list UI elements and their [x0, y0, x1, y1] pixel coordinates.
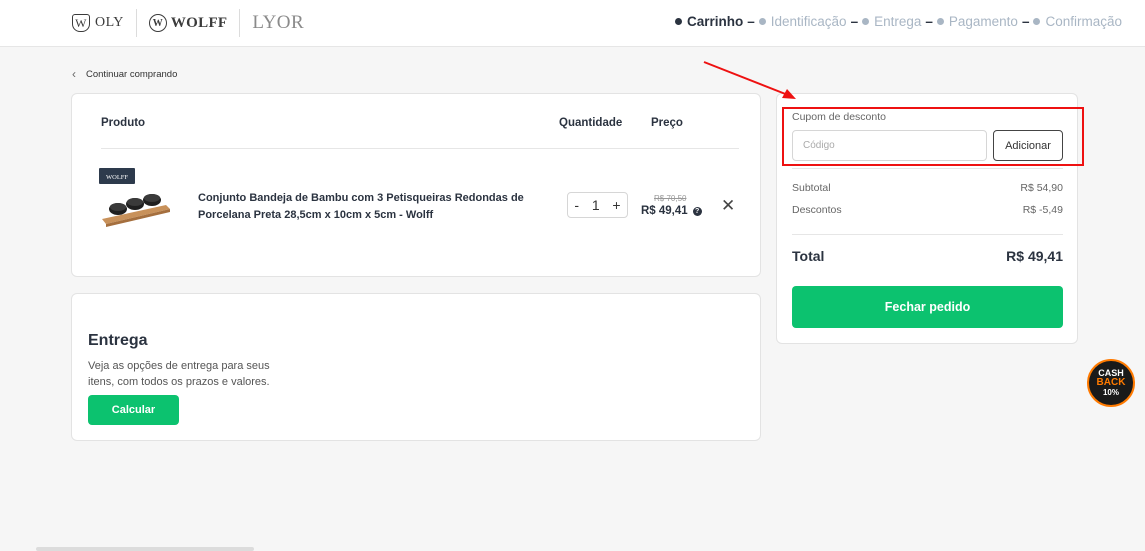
checkout-steps: Carrinho – Identificação – Entrega – Pag…: [674, 14, 1122, 29]
calculate-shipping-button[interactable]: Calcular: [88, 395, 179, 425]
total-value: R$ 49,41: [1006, 248, 1063, 264]
step-label: Entrega: [874, 14, 922, 29]
wolff-logo[interactable]: W WOLFF: [148, 14, 228, 32]
brand-logos: W OLY W WOLFF LYOR: [72, 9, 304, 37]
current-price-value: R$ 49,41: [641, 205, 688, 217]
horizontal-scrollbar[interactable]: [36, 547, 254, 551]
original-price: R$ 70,50: [654, 194, 687, 203]
cart-card: Produto Quantidade Preço WOLFF Conjunto …: [71, 93, 761, 277]
step-label: Carrinho: [686, 14, 744, 29]
total-label: Total: [792, 248, 825, 264]
discount-value: R$ -5,49: [1022, 204, 1063, 216]
quantity-stepper: - 1 +: [567, 192, 628, 218]
top-header: W OLY W WOLFF LYOR Carrinho – Identifica…: [0, 0, 1145, 47]
column-header-product: Produto: [101, 117, 146, 129]
lyor-logo-text: LYOR: [252, 12, 305, 33]
product-image[interactable]: WOLFF: [98, 167, 172, 233]
coupon-highlight-box: [782, 107, 1084, 166]
step-dot-icon: [862, 18, 870, 25]
cashback-line2: BACK: [1096, 377, 1126, 388]
delivery-title: Entrega: [88, 332, 148, 349]
subtotal-row: Subtotal R$ 54,90: [792, 182, 1063, 194]
step-label: Confirmação: [1045, 14, 1122, 29]
total-row: Total R$ 49,41: [792, 248, 1063, 264]
step-confirmacao: Confirmação: [1033, 14, 1122, 29]
step-dot-icon: [674, 18, 682, 25]
summary-divider: [792, 168, 1063, 169]
current-price: R$ 49,41 ?: [641, 205, 702, 217]
woly-logo[interactable]: W OLY: [72, 14, 124, 32]
product-name[interactable]: Conjunto Bandeja de Bambu com 3 Petisque…: [198, 190, 558, 223]
woly-logo-text: OLY: [95, 15, 124, 30]
delivery-description: Veja as opções de entrega para seus iten…: [88, 360, 270, 388]
summary-divider: [792, 234, 1063, 235]
logo-divider: [239, 9, 241, 37]
discount-label: Descontos: [792, 204, 842, 216]
subtotal-value: R$ 54,90: [1020, 182, 1063, 194]
question-icon[interactable]: ?: [692, 206, 702, 216]
step-entrega: Entrega: [862, 14, 921, 29]
continue-shopping-label: Continuar comprando: [86, 68, 178, 80]
annotation-arrow-icon: [703, 61, 796, 99]
wolff-logo-text: WOLFF: [170, 14, 228, 31]
lyor-logo[interactable]: LYOR: [252, 12, 304, 34]
cashback-badge[interactable]: CASH BACK 10%: [1087, 359, 1135, 407]
step-separator: –: [925, 14, 933, 29]
step-pagamento: Pagamento: [936, 14, 1018, 29]
logo-divider: [135, 9, 137, 37]
step-dot-icon: [758, 18, 766, 25]
step-separator: –: [747, 14, 755, 29]
chevron-left-icon: ‹: [72, 67, 76, 81]
cashback-line3: 10%: [1102, 388, 1119, 397]
step-separator: –: [850, 14, 859, 29]
step-identificacao: Identificação: [758, 14, 847, 29]
column-header-price: Preço: [651, 117, 683, 129]
product-brand-tag: WOLFF: [106, 174, 128, 181]
cart-divider: [101, 148, 739, 149]
step-label: Pagamento: [948, 14, 1018, 29]
checkout-button[interactable]: Fechar pedido: [792, 286, 1063, 328]
delivery-card: Entrega Veja as opções de entrega para s…: [71, 293, 761, 441]
column-header-quantity: Quantidade: [559, 117, 623, 129]
continue-shopping-link[interactable]: ‹ Continuar comprando: [72, 67, 177, 81]
discount-row: Descontos R$ -5,49: [792, 204, 1063, 216]
step-separator: –: [1021, 14, 1030, 29]
step-dot-icon: [936, 18, 944, 25]
step-carrinho: Carrinho: [674, 14, 744, 29]
woly-logo-mark: W: [72, 14, 90, 32]
step-label: Identificação: [770, 14, 847, 29]
close-icon[interactable]: ✕: [721, 197, 735, 214]
subtotal-label: Subtotal: [792, 182, 831, 194]
wolff-logo-mark: W: [148, 14, 167, 32]
decrement-button[interactable]: -: [574, 197, 579, 213]
quantity-value[interactable]: 1: [592, 197, 600, 213]
step-dot-icon: [1033, 18, 1041, 25]
increment-button[interactable]: +: [612, 197, 620, 213]
